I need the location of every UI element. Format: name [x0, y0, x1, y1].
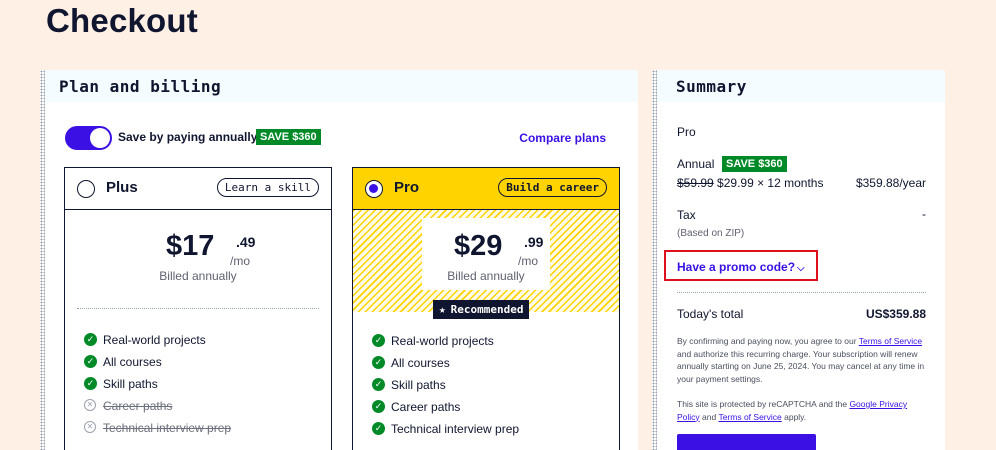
price-unit: /mo [230, 254, 251, 268]
price-dollars: $17 [166, 230, 215, 262]
check-icon: ✓ [372, 356, 385, 369]
price-unit: /mo [518, 254, 539, 268]
plan-billing-title: Plan and billing [59, 77, 222, 96]
price-box: $17 .49 /mo Billed annually [134, 218, 262, 290]
plan-name: Plus [106, 179, 138, 196]
plan-tag: Learn a skill [216, 178, 319, 197]
summary-line-total: $359.88/year [855, 176, 926, 190]
promo-code-highlight: Have a promo code? ⌵ [664, 250, 818, 281]
summary-tax-value: - [922, 207, 926, 221]
card-dotted-edge [652, 70, 657, 450]
legal-recaptcha-text: This site is protected by reCAPTCHA and … [677, 399, 908, 422]
feature-item-excluded: ✕ Technical interview prep [84, 421, 323, 443]
star-icon: ★ [439, 303, 446, 316]
price-dollars: $29 [454, 230, 503, 262]
today-total-label: Today's total [677, 307, 744, 321]
feature-item: ✓ Real-world projects [372, 334, 611, 356]
pro-radio[interactable] [365, 180, 383, 198]
page-title: Checkout [46, 2, 198, 39]
check-icon: ✓ [84, 333, 97, 346]
feature-item: ✓ All courses [372, 356, 611, 378]
check-icon: ✓ [372, 334, 385, 347]
check-icon: ✓ [372, 422, 385, 435]
chevron-down-icon: ⌵ [797, 263, 805, 274]
plan-divider [77, 308, 319, 309]
plus-radio[interactable] [77, 180, 95, 198]
save-badge: SAVE $360 [256, 129, 321, 145]
confirm-payment-button[interactable] [677, 434, 816, 450]
summary-card: Summary Pro Annual SAVE $360 $59.99 $29.… [652, 70, 945, 450]
feature-list: ✓ Real-world projects ✓ All courses ✓ Skill… [372, 334, 611, 444]
price-detail: $29.99 × 12 months [717, 176, 824, 190]
check-icon: ✓ [372, 400, 385, 413]
terms-of-service-link[interactable]: Terms of Service [859, 336, 922, 346]
compare-plans-link[interactable]: Compare plans [519, 131, 606, 145]
card-dotted-edge [40, 70, 45, 450]
plan-option-header: Pro Build a career [353, 168, 619, 210]
plan-name: Pro [394, 179, 420, 196]
summary-tax-label: Tax [677, 208, 696, 222]
terms-of-service-link-2[interactable]: Terms of Service [718, 412, 781, 422]
check-icon: ✓ [84, 377, 97, 390]
price-area: $17 .49 /mo Billed annually [65, 210, 331, 310]
summary-divider [677, 292, 926, 293]
summary-header: Summary [657, 70, 945, 102]
promo-code-link[interactable]: Have a promo code? ⌵ [677, 260, 805, 274]
feature-item: ✓ Skill paths [372, 378, 611, 400]
original-price: $59.99 [677, 176, 714, 190]
summary-save-badge: SAVE $360 [722, 156, 787, 172]
price-billing-note: Billed annually [159, 269, 237, 283]
feature-list: ✓ Real-world projects ✓ All courses ✓ Skill… [84, 333, 323, 443]
plan-billing-header: Plan and billing [45, 70, 638, 102]
today-total-value: US$359.88 [865, 307, 926, 321]
plan-option-pro[interactable]: Pro Build a career $29 .99 /mo Billed an… [352, 167, 620, 450]
summary-billing-period: Annual [677, 157, 715, 171]
summary-title: Summary [676, 77, 747, 96]
plan-option-header: Plus Learn a skill [65, 168, 331, 210]
price-area: $29 .99 /mo Billed annually ★ Recommended [353, 210, 619, 319]
x-circle-icon: ✕ [84, 399, 96, 411]
feature-item: ✓ Technical interview prep [372, 422, 611, 444]
price-cents: .49 [236, 234, 256, 250]
plan-option-plus[interactable]: Plus Learn a skill $17 .49 /mo Billed an… [64, 167, 332, 450]
feature-item: ✓ All courses [84, 355, 323, 377]
feature-item: ✓ Career paths [372, 400, 611, 422]
feature-item-excluded: ✕ Career paths [84, 399, 323, 421]
annual-toggle-label: Save by paying annually [118, 130, 258, 144]
feature-item: ✓ Real-world projects [84, 333, 323, 355]
check-icon: ✓ [372, 378, 385, 391]
price-box: $29 .99 /mo Billed annually [422, 218, 550, 290]
recommended-badge: ★ Recommended [433, 300, 530, 319]
legal-terms-text: By confirming and paying now, you agree … [677, 336, 925, 384]
plan-billing-card: Plan and billing Save by paying annually… [40, 70, 638, 450]
toggle-knob [90, 128, 110, 148]
check-icon: ✓ [84, 355, 97, 368]
plan-tag: Build a career [498, 178, 607, 197]
price-cents: .99 [524, 234, 544, 250]
x-circle-icon: ✕ [84, 421, 96, 433]
summary-price-line: $59.99 $29.99 × 12 months [677, 176, 823, 190]
summary-plan-name: Pro [677, 125, 696, 139]
summary-tax-note: (Based on ZIP) [677, 228, 745, 239]
feature-item: ✓ Skill paths [84, 377, 323, 399]
price-billing-note: Billed annually [447, 269, 525, 283]
annual-billing-toggle[interactable] [65, 126, 112, 150]
